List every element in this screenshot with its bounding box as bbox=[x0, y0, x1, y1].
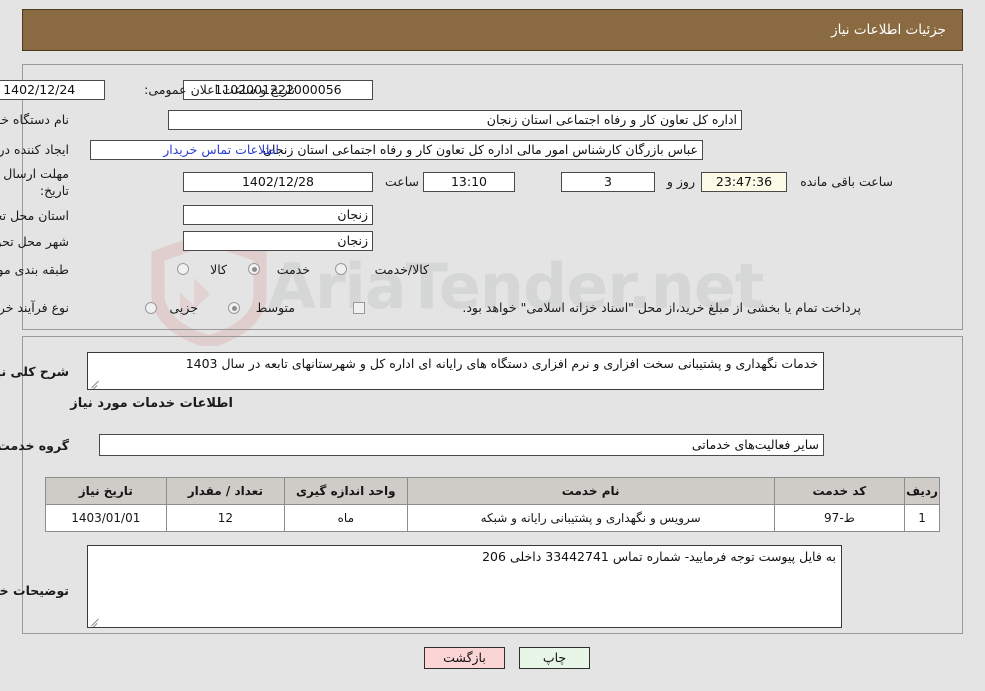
deadline-hour-value: 13:10 bbox=[423, 172, 515, 192]
col-unit: واحد اندازه گیری bbox=[284, 477, 408, 505]
page-header: جزئیات اطلاعات نیاز bbox=[22, 9, 963, 51]
announce-datetime-value: 1402/12/24 - 13:05 bbox=[0, 80, 105, 100]
general-desc-value: خدمات نگهداری و پشتیبانی سخت افزاری و نر… bbox=[87, 352, 824, 390]
delivery-city-label: شهر محل تحویل: bbox=[0, 234, 69, 249]
buyer-org-label: نام دستگاه خریدار: bbox=[0, 112, 69, 127]
buyer-notes-value: به فایل پیوست توجه فرمایید- شماره تماس 3… bbox=[87, 545, 842, 628]
col-row: ردیف bbox=[904, 477, 940, 505]
table-header-row: ردیف کد خدمت نام خدمت واحد اندازه گیری ت… bbox=[45, 477, 940, 505]
cell-name: سرویس و نگهداری و پشتیبانی رایانه و شبکه bbox=[406, 504, 775, 532]
back-button[interactable]: بازگشت bbox=[424, 647, 505, 669]
treasury-bonds-checkbox[interactable] bbox=[353, 302, 365, 314]
need-info-panel bbox=[22, 64, 963, 330]
radio-process-motavaset-label: متوسط bbox=[255, 300, 295, 315]
radio-category-khedmat[interactable] bbox=[248, 263, 260, 275]
cell-quantity: 12 bbox=[165, 504, 286, 532]
remaining-days-label: روز و bbox=[666, 174, 695, 189]
buyer-org-value: اداره کل تعاون کار و رفاه اجتماعی استان … bbox=[168, 110, 742, 130]
requester-label: ایجاد کننده درخواست: bbox=[0, 142, 69, 157]
service-group-label: گروه خدمت: bbox=[0, 438, 69, 453]
col-quantity: تعداد / مقدار bbox=[165, 477, 286, 505]
print-button[interactable]: چاپ bbox=[519, 647, 590, 669]
radio-category-kala-khedmat-label: کالا/خدمت bbox=[374, 262, 429, 277]
treasury-bonds-label: پرداخت تمام یا بخشی از مبلغ خرید،از محل … bbox=[462, 300, 861, 315]
radio-process-jozii-label: جزیی bbox=[169, 300, 198, 315]
table-row: 1 ط-97 سرویس و نگهداری و پشتیبانی رایانه… bbox=[45, 504, 940, 532]
resize-grip-icon[interactable] bbox=[91, 617, 100, 626]
deadline-date-value: 1402/12/28 bbox=[183, 172, 373, 192]
radio-category-khedmat-label: خدمت bbox=[276, 262, 310, 277]
resize-grip-icon[interactable] bbox=[91, 379, 100, 388]
process-type-label: نوع فرآیند خرید : bbox=[0, 300, 69, 315]
radio-process-motavaset[interactable] bbox=[228, 302, 240, 314]
radio-category-kala-label: کالا bbox=[210, 262, 227, 277]
remaining-time-label: ساعت باقی مانده bbox=[800, 174, 893, 189]
cell-row: 1 bbox=[904, 504, 940, 532]
delivery-province-label: استان محل تحویل: bbox=[0, 208, 69, 223]
deadline-label-line2: تاریخ: bbox=[39, 183, 69, 198]
col-name: نام خدمت bbox=[406, 477, 775, 505]
deadline-label-line1: مهلت ارسال پاسخ: تا bbox=[0, 166, 69, 181]
radio-process-jozii[interactable] bbox=[145, 302, 157, 314]
delivery-city-value: زنجان bbox=[183, 231, 373, 251]
general-desc-label: شرح کلی نیاز: bbox=[0, 364, 69, 379]
radio-category-kala[interactable] bbox=[177, 263, 189, 275]
deadline-hour-label: ساعت bbox=[384, 174, 419, 189]
cell-need-date: 1403/01/01 bbox=[45, 504, 167, 532]
cell-unit: ماه bbox=[284, 504, 408, 532]
col-code: کد خدمت bbox=[773, 477, 906, 505]
buyer-contact-link[interactable]: اطلاعات تماس خریدار bbox=[163, 142, 279, 157]
service-group-value: سایر فعالیت‌های خدماتی bbox=[99, 434, 824, 456]
radio-category-kala-khedmat[interactable] bbox=[335, 263, 347, 275]
buyer-notes-text: به فایل پیوست توجه فرمایید- شماره تماس 3… bbox=[482, 549, 836, 564]
services-table: ردیف کد خدمت نام خدمت واحد اندازه گیری ت… bbox=[45, 477, 940, 532]
cell-code: ط-97 bbox=[773, 504, 906, 532]
delivery-province-value: زنجان bbox=[183, 205, 373, 225]
page-title: جزئیات اطلاعات نیاز bbox=[831, 22, 946, 38]
category-label: طبقه بندی موضوعی: bbox=[0, 262, 69, 277]
services-heading: اطلاعات خدمات مورد نیاز bbox=[70, 396, 233, 411]
remaining-time-value: 23:47:36 bbox=[701, 172, 787, 192]
remaining-days-value: 3 bbox=[561, 172, 655, 192]
buyer-notes-label: توضیحات خریدار: bbox=[0, 583, 69, 598]
general-desc-text: خدمات نگهداری و پشتیبانی سخت افزاری و نر… bbox=[185, 356, 818, 371]
col-need-date: تاریخ نیاز bbox=[45, 477, 167, 505]
announce-datetime-label: تاریخ و ساعت اعلان عمومی: bbox=[144, 82, 295, 97]
